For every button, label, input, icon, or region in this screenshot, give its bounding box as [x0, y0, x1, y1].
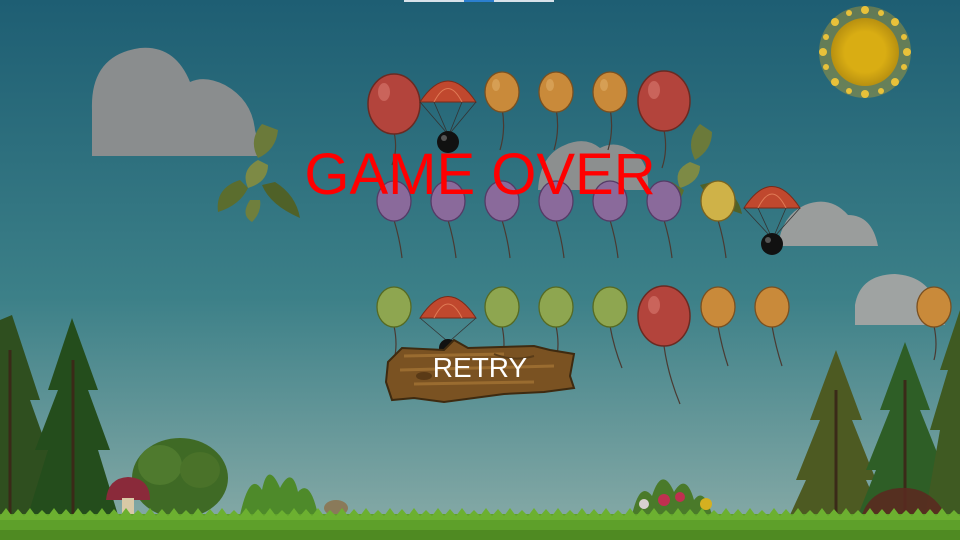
retry-button[interactable]: RETRY [384, 336, 576, 404]
bush-icon [132, 438, 228, 518]
game-scene [0, 0, 960, 540]
sun-icon [819, 6, 911, 98]
retry-label: RETRY [432, 352, 528, 383]
game-over-title: GAME OVER [304, 142, 656, 207]
top-progress-fill [464, 0, 494, 2]
top-progress-bar [404, 0, 554, 2]
